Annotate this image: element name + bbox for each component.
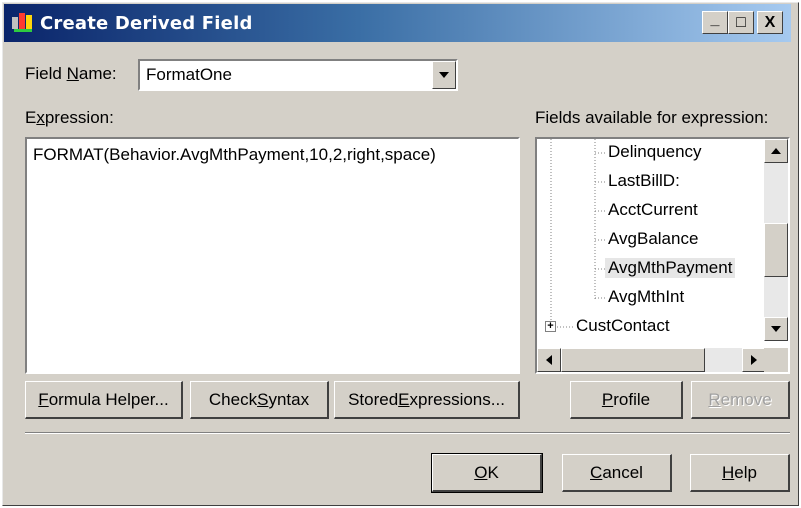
check-syntax-prefix: Check (208, 389, 258, 409)
vertical-scroll-thumb[interactable] (764, 223, 788, 277)
arrow-down-icon (771, 326, 781, 332)
arrow-left-icon (546, 355, 552, 365)
tree-item-avgmthint[interactable]: AvgMthInt (605, 287, 687, 307)
formula-helper-suffix: ormula Helper... (48, 389, 169, 409)
maximize-button[interactable]: □ (728, 11, 754, 34)
scroll-up-button[interactable] (764, 139, 788, 163)
scroll-right-button[interactable] (742, 348, 766, 372)
profile-accel: P (601, 389, 614, 409)
ok-suffix: K (487, 462, 499, 482)
arrow-up-icon (771, 148, 781, 154)
profile-suffix: rofile (613, 389, 651, 409)
stored-expressions-suffix: xpressions... (409, 389, 505, 409)
stored-expressions-prefix: Stored (348, 389, 399, 409)
arrow-right-icon (751, 355, 757, 365)
fields-tree[interactable]: Delinquency LastBillD: AcctCurrent AvgBa… (535, 137, 790, 374)
field-name-combobox[interactable]: FormatOne (138, 59, 458, 91)
formula-helper-button[interactable]: Formula Helper... (25, 381, 183, 419)
help-accel: H (722, 462, 735, 482)
help-suffix: elp (734, 462, 757, 482)
remove-button[interactable]: Remove (691, 381, 790, 419)
field-name-value: FormatOne (146, 65, 232, 84)
check-syntax-button[interactable]: Check Syntax (190, 381, 329, 419)
close-icon: X (764, 13, 776, 31)
cancel-accel: C (590, 462, 603, 482)
chevron-down-icon (439, 72, 449, 78)
window-title: Create Derived Field (40, 12, 253, 34)
title-bar[interactable]: Create Derived Field _ □ X (4, 4, 791, 42)
tree-item-avgbalance[interactable]: AvgBalance (605, 229, 701, 249)
close-button[interactable]: X (757, 11, 783, 34)
expression-label: Expression: (25, 108, 114, 128)
expand-plus-icon[interactable]: + (545, 321, 556, 332)
maximize-icon: □ (736, 13, 746, 31)
ok-button[interactable]: OK (431, 453, 543, 493)
minimize-icon: _ (710, 10, 720, 28)
remove-accel: R (708, 389, 721, 409)
cancel-suffix: ancel (602, 462, 643, 482)
horizontal-scrollbar[interactable] (537, 348, 766, 372)
scroll-left-button[interactable] (537, 348, 561, 372)
expression-textarea[interactable]: FORMAT(Behavior.AvgMthPayment,10,2,right… (25, 137, 520, 374)
horizontal-scroll-thumb[interactable] (561, 348, 705, 372)
fields-available-label: Fields available for expression: (535, 108, 769, 127)
profile-button[interactable]: Profile (570, 381, 683, 419)
check-syntax-accel: S (257, 389, 269, 409)
formula-helper-accel: F (38, 389, 49, 409)
scroll-down-button[interactable] (764, 317, 788, 341)
field-name-label-prefix: Field (25, 64, 67, 83)
stored-expressions-button[interactable]: Stored Expressions... (334, 381, 520, 419)
remove-suffix: emove (720, 389, 772, 409)
tree-item-custcontact[interactable]: CustContact (573, 316, 673, 336)
expression-label-accel: x (36, 108, 45, 127)
separator-line (25, 432, 790, 434)
expression-text: FORMAT(Behavior.AvgMthPayment,10,2,right… (33, 145, 436, 164)
field-name-label: Field Name: (25, 64, 117, 84)
tree-item-acctcurrent[interactable]: AcctCurrent (605, 200, 701, 220)
tree-item-lastbillid[interactable]: LastBillD: (605, 171, 683, 191)
check-syntax-suffix: yntax (268, 389, 310, 409)
ok-accel: O (474, 462, 488, 482)
window-controls: _ □ X (702, 11, 783, 34)
vertical-scrollbar[interactable] (764, 139, 788, 341)
stored-expressions-accel: E (398, 389, 410, 409)
help-button[interactable]: Help (690, 454, 790, 492)
tree-item-avgmthpayment[interactable]: AvgMthPayment (605, 258, 736, 278)
scroll-corner (764, 348, 788, 372)
app-icon (12, 13, 36, 33)
tree-item-delinquency[interactable]: Delinquency (605, 142, 705, 162)
field-name-dropdown-button[interactable] (432, 61, 456, 89)
expression-label-suffix: pression: (44, 108, 114, 127)
field-name-label-accel: N (66, 64, 79, 83)
field-name-label-suffix: ame: (78, 64, 117, 83)
minimize-button[interactable]: _ (702, 11, 728, 34)
cancel-button[interactable]: Cancel (562, 454, 672, 492)
expression-label-prefix: E (25, 108, 37, 127)
